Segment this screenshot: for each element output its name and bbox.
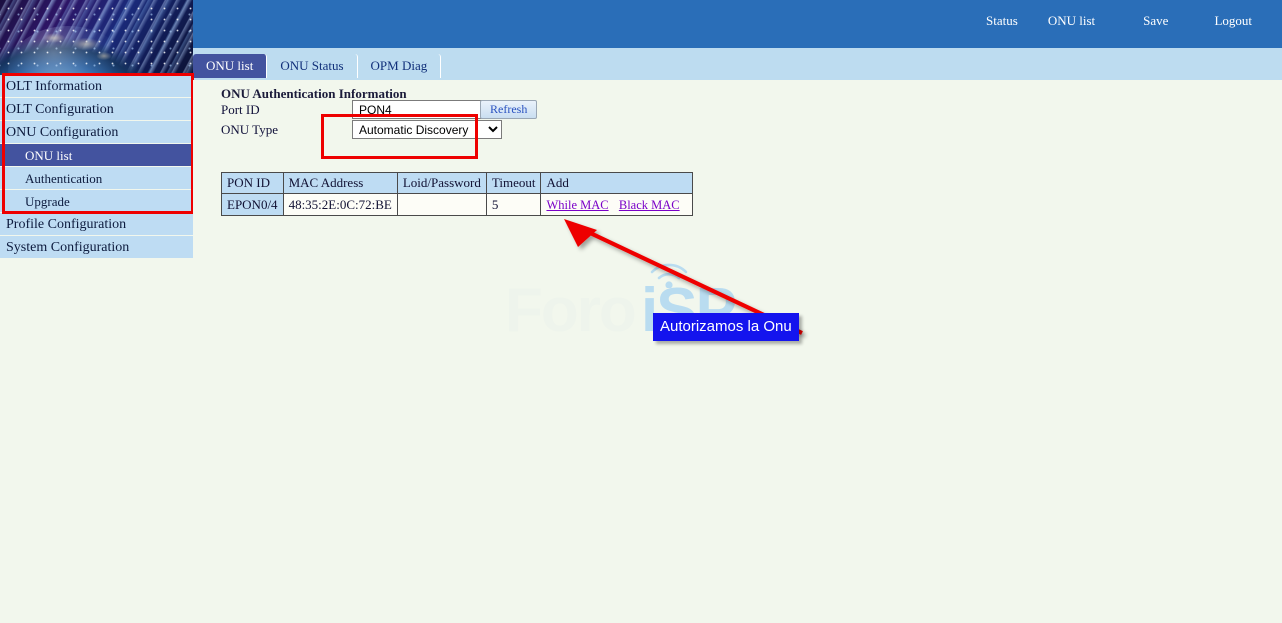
cell-pon-id: EPON0/4 — [222, 194, 284, 216]
black-mac-link[interactable]: Black MAC — [619, 198, 680, 212]
column-header-timeout: Timeout — [486, 173, 541, 194]
top-nav-save[interactable]: Save — [1143, 13, 1168, 29]
sidebar-item-profile-configuration[interactable]: Profile Configuration — [0, 213, 193, 236]
page-root: Status ONU list Save Logout ONU list ONU… — [0, 0, 1282, 623]
cell-mac-address: 48:35:2E:0C:72:BE — [283, 194, 397, 216]
onu-type-select[interactable]: Automatic Discovery — [352, 120, 502, 139]
sidebar-menu: OLT Information OLT Configuration ONU Co… — [0, 75, 193, 259]
cell-loid-password — [397, 194, 486, 216]
column-header-pon-id: PON ID — [222, 173, 284, 194]
cell-timeout: 5 — [486, 194, 541, 216]
top-nav-onu-list[interactable]: ONU list — [1048, 13, 1095, 29]
port-id-label: Port ID — [221, 102, 321, 118]
table-header-row: PON ID MAC Address Loid/Password Timeout… — [222, 173, 693, 194]
table-row: EPON0/4 48:35:2E:0C:72:BE 5 While MAC Bl… — [222, 194, 693, 216]
tab-onu-list[interactable]: ONU list — [193, 54, 267, 78]
tab-onu-status[interactable]: ONU Status — [267, 54, 357, 78]
sidebar-item-onu-list[interactable]: ONU list — [0, 144, 193, 167]
column-header-loid-password: Loid/Password — [397, 173, 486, 194]
header-banner-image — [0, 0, 193, 75]
main-content: ONU Authentication Information Port ID P… — [193, 80, 1282, 623]
tab-opm-diag[interactable]: OPM Diag — [358, 54, 442, 78]
column-header-mac-address: MAC Address — [283, 173, 397, 194]
top-nav-logout[interactable]: Logout — [1214, 13, 1252, 29]
column-header-add: Add — [541, 173, 692, 194]
sidebar-item-system-configuration[interactable]: System Configuration — [0, 236, 193, 259]
cell-add-actions: While MAC Black MAC — [541, 194, 692, 216]
sidebar-item-olt-information[interactable]: OLT Information — [0, 75, 193, 98]
tab-list: ONU list ONU Status OPM Diag — [193, 54, 441, 78]
while-mac-link[interactable]: While MAC — [546, 198, 608, 212]
top-nav-status[interactable]: Status — [986, 13, 1018, 29]
sidebar-item-olt-configuration[interactable]: OLT Configuration — [0, 98, 193, 121]
tab-band: ONU list ONU Status OPM Diag — [193, 46, 1282, 80]
top-navigation-bar: Status ONU list Save Logout — [193, 0, 1282, 46]
onu-type-label: ONU Type — [221, 122, 321, 138]
refresh-button[interactable]: Refresh — [480, 100, 537, 119]
sidebar-item-upgrade[interactable]: Upgrade — [0, 190, 193, 213]
sidebar-item-onu-configuration[interactable]: ONU Configuration — [0, 121, 193, 144]
onu-authentication-table: PON ID MAC Address Loid/Password Timeout… — [221, 172, 693, 216]
banner-globe-landmass — [42, 30, 116, 64]
top-nav-links: Status ONU list Save Logout — [986, 13, 1252, 29]
sidebar-item-authentication[interactable]: Authentication — [0, 167, 193, 190]
callout-label: Autorizamos la Onu — [653, 313, 799, 341]
